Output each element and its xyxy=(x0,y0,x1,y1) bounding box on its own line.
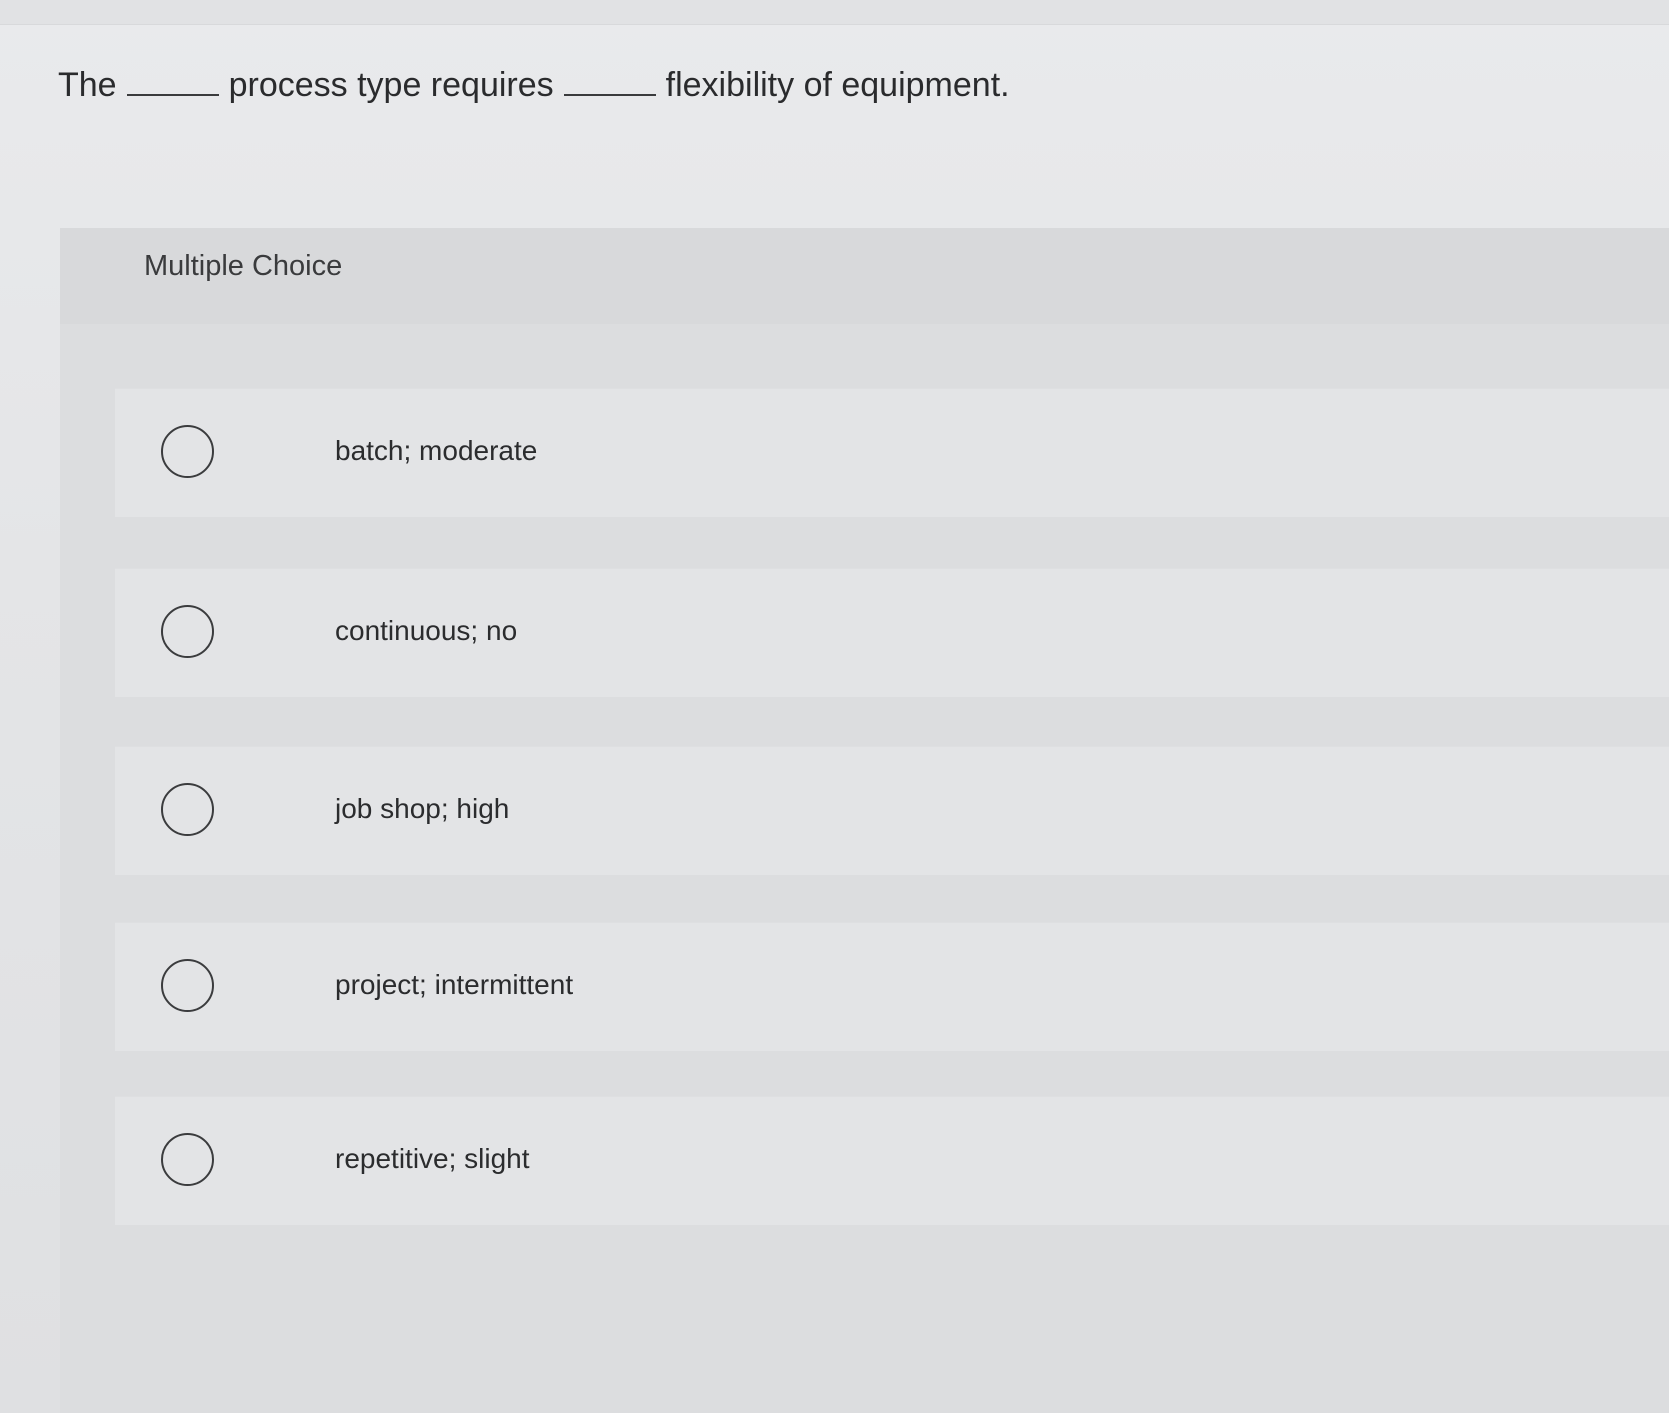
option-label: repetitive; slight xyxy=(335,1143,530,1174)
radio-button[interactable] xyxy=(161,425,214,478)
blank-1 xyxy=(126,93,219,96)
option-row[interactable]: batch; moderate xyxy=(115,388,1669,517)
question-part-1: The xyxy=(58,66,117,104)
multiple-choice-card: Multiple Choice batch; moderate continuo… xyxy=(60,228,1669,1413)
option-row[interactable]: repetitive; slight xyxy=(115,1096,1669,1225)
card-header: Multiple Choice xyxy=(60,228,1669,324)
radio-button[interactable] xyxy=(161,959,214,1012)
option-label: job shop; high xyxy=(335,793,510,824)
radio-button[interactable] xyxy=(161,605,214,658)
question-part-2: process type requires xyxy=(228,66,554,104)
option-row[interactable]: job shop; high xyxy=(115,746,1669,875)
option-row[interactable]: continuous; no xyxy=(115,568,1669,697)
option-label: batch; moderate xyxy=(335,435,538,466)
radio-button[interactable] xyxy=(161,783,214,836)
radio-button[interactable] xyxy=(161,1133,214,1186)
page: The process type requires flexibility of… xyxy=(0,0,1669,1413)
option-label: continuous; no xyxy=(335,615,518,646)
blank-2 xyxy=(563,93,656,96)
question-text: The process type requires flexibility of… xyxy=(58,66,1010,105)
top-edge xyxy=(0,0,1669,25)
question-part-3: flexibility of equipment. xyxy=(665,66,1010,104)
option-row[interactable]: project; intermittent xyxy=(115,922,1669,1051)
section-label: Multiple Choice xyxy=(144,250,343,282)
option-label: project; intermittent xyxy=(335,969,574,1000)
